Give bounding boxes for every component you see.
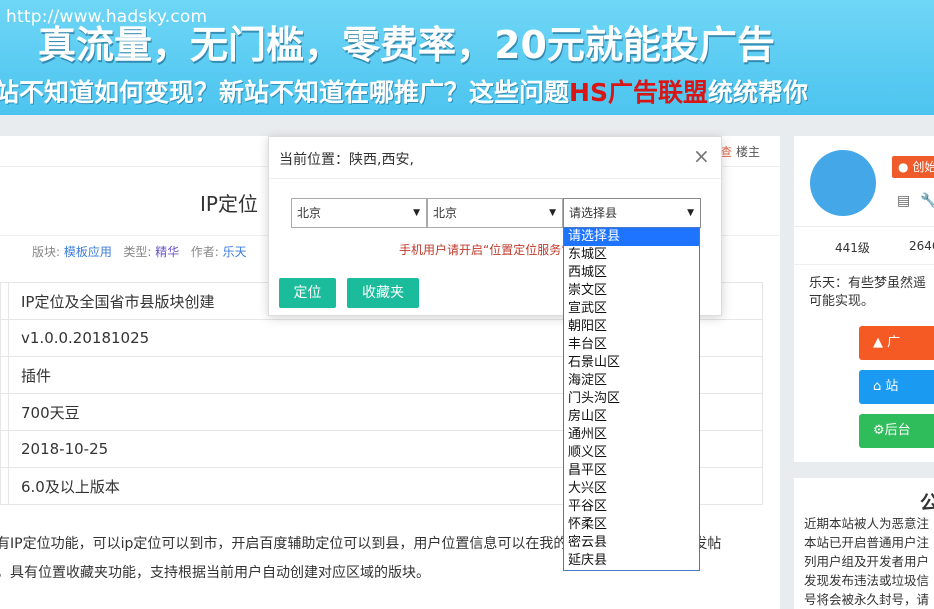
province-select[interactable]: 北京 ▼: [291, 198, 427, 228]
county-option[interactable]: 密云县: [564, 534, 699, 552]
county-option[interactable]: 顺义区: [564, 444, 699, 462]
county-option[interactable]: 海淀区: [564, 372, 699, 390]
county-option[interactable]: 东城区: [564, 246, 699, 264]
county-option[interactable]: 崇文区: [564, 282, 699, 300]
county-option[interactable]: 请选择县: [564, 228, 699, 246]
dialog-header: 当前位置：陕西,西安, ×: [269, 137, 721, 179]
county-option[interactable]: 朝阳区: [564, 318, 699, 336]
county-option[interactable]: 房山区: [564, 408, 699, 426]
county-option[interactable]: 丰台区: [564, 336, 699, 354]
city-select[interactable]: 北京 ▼: [427, 198, 563, 228]
county-option[interactable]: 平谷区: [564, 498, 699, 516]
county-option[interactable]: 门头沟区: [564, 390, 699, 408]
locate-button[interactable]: 定位: [279, 278, 336, 308]
county-option[interactable]: 延庆县: [564, 552, 699, 570]
chevron-down-icon: ▼: [549, 208, 556, 218]
chevron-down-icon: ▼: [687, 208, 694, 218]
province-value: 北京: [297, 206, 322, 220]
county-option[interactable]: 怀柔区: [564, 516, 699, 534]
county-dropdown-list: 请选择县 东城区 西城区 崇文区 宣武区 朝阳区 丰台区 石景山区 海淀区 门头沟区 房山区 通州区顺…: [563, 227, 700, 571]
county-option[interactable]: 昌平区: [564, 462, 699, 480]
close-icon[interactable]: ×: [693, 146, 710, 166]
county-select[interactable]: 请选择县 ▼: [563, 198, 701, 228]
county-value: 请选择县: [569, 206, 618, 220]
county-option[interactable]: 石景山区: [564, 354, 699, 372]
city-value: 北京: [433, 206, 458, 220]
county-option[interactable]: 大兴区: [564, 480, 699, 498]
favorites-button[interactable]: 收藏夹: [347, 278, 419, 308]
chevron-down-icon: ▼: [413, 208, 420, 218]
county-option[interactable]: 西城区: [564, 264, 699, 282]
dialog-title: 当前位置：陕西,西安,: [279, 152, 414, 168]
county-option[interactable]: 宣武区: [564, 300, 699, 318]
county-option[interactable]: 通州区: [564, 426, 699, 444]
